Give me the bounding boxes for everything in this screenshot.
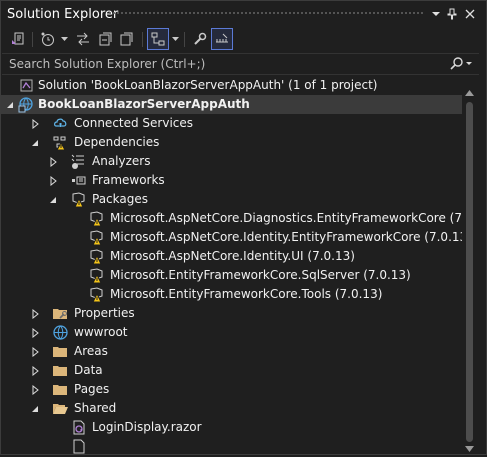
collapsed-chevron-icon[interactable] xyxy=(30,327,40,339)
package-warning-icon xyxy=(88,248,105,265)
tree-item-packages[interactable]: Packages xyxy=(0,190,462,209)
tree-item-label: Microsoft.AspNetCore.Identity.EntityFram… xyxy=(110,230,462,244)
title-bar: Solution Explorer xyxy=(0,0,487,28)
solution-tree: Solution 'BookLoanBlazorServerAppAuth' (… xyxy=(0,76,462,455)
title-grip[interactable] xyxy=(108,11,423,16)
tree-item-label: Microsoft.EntityFrameworkCore.SqlServer … xyxy=(110,268,411,282)
package-warning-icon xyxy=(70,191,87,208)
scrollbar-thumb[interactable] xyxy=(466,102,473,442)
razor-file-icon xyxy=(70,438,87,455)
window-options-chevron-icon[interactable] xyxy=(428,6,444,22)
tree-item-wwwroot[interactable]: wwwroot xyxy=(0,323,462,342)
tree-item-label: Connected Services xyxy=(74,116,194,130)
tree-item-partial[interactable] xyxy=(0,437,462,455)
search-icon[interactable] xyxy=(448,56,476,72)
tree-item-label: Microsoft.AspNetCore.Identity.UI (7.0.13… xyxy=(110,249,355,263)
scroll-down-arrow-icon[interactable] xyxy=(465,438,474,452)
analyzers-icon xyxy=(70,153,87,170)
frameworks-icon xyxy=(70,172,87,189)
globe-icon xyxy=(52,324,69,341)
window-title: Solution Explorer xyxy=(7,7,119,22)
tree-item-project[interactable]: BookLoanBlazorServerAppAuth xyxy=(0,95,462,114)
web-project-icon xyxy=(17,96,34,113)
collapsed-chevron-icon[interactable] xyxy=(30,365,40,377)
vertical-scrollbar[interactable] xyxy=(463,76,476,455)
tree-item-label: BookLoanBlazorServerAppAuth xyxy=(38,97,250,111)
tree-item-connected-services[interactable]: Connected Services xyxy=(0,114,462,133)
collapse-all-button[interactable] xyxy=(96,28,116,50)
tree-item-label: Solution 'BookLoanBlazorServerAppAuth' (… xyxy=(38,78,378,92)
tree-item-label: Microsoft.EntityFrameworkCore.Tools (7.0… xyxy=(110,287,383,301)
expanded-chevron-icon[interactable] xyxy=(48,194,58,204)
toolbar-separator xyxy=(142,32,143,47)
tree-item-package[interactable]: Microsoft.EntityFrameworkCore.SqlServer … xyxy=(0,266,462,285)
toolbar-separator xyxy=(184,32,185,47)
preview-dropdown-chevron-icon[interactable] xyxy=(170,28,180,50)
collapsed-chevron-icon[interactable] xyxy=(48,175,58,187)
preview-selected-items-button[interactable] xyxy=(147,28,169,50)
tree-item-pages[interactable]: Pages xyxy=(0,380,462,399)
expanded-chevron-icon[interactable] xyxy=(5,99,15,109)
open-folder-icon xyxy=(52,400,69,417)
tree-item-data[interactable]: Data xyxy=(0,361,462,380)
collapsed-chevron-icon[interactable] xyxy=(30,118,40,130)
tree-item-package[interactable]: Microsoft.EntityFrameworkCore.Tools (7.0… xyxy=(0,285,462,304)
tree-item-label: Analyzers xyxy=(92,154,151,168)
show-all-files-button[interactable] xyxy=(117,28,137,50)
tree-item-package[interactable]: Microsoft.AspNetCore.Identity.UI (7.0.13… xyxy=(0,247,462,266)
tree-item-label: Pages xyxy=(74,382,110,396)
tree-item-package[interactable]: Microsoft.AspNetCore.Diagnostics.EntityF… xyxy=(0,209,462,228)
filter-dropdown-chevron-icon[interactable] xyxy=(59,28,69,50)
properties-folder-icon xyxy=(52,305,69,322)
tree-item-label: wwwroot xyxy=(74,325,128,339)
sync-with-document-button[interactable] xyxy=(73,28,93,50)
properties-wrench-icon[interactable] xyxy=(190,28,210,50)
collapsed-chevron-icon[interactable] xyxy=(30,384,40,396)
toolbar xyxy=(0,28,487,52)
collapsed-chevron-icon[interactable] xyxy=(48,156,58,168)
expanded-chevron-icon[interactable] xyxy=(30,137,40,147)
pending-changes-filter-button[interactable] xyxy=(37,28,59,50)
tree-item-label: LoginDisplay.razor xyxy=(92,420,202,434)
tree-item-label: Data xyxy=(74,363,103,377)
razor-file-icon xyxy=(70,419,87,436)
tree-item-shared[interactable]: Shared xyxy=(0,399,462,418)
tree-item-label: Properties xyxy=(74,306,135,320)
tree-item-areas[interactable]: Areas xyxy=(0,342,462,361)
tree-item-label: Areas xyxy=(74,344,108,358)
solution-icon xyxy=(18,77,35,94)
scroll-up-arrow-icon[interactable] xyxy=(465,82,474,96)
close-icon[interactable] xyxy=(462,6,478,22)
switch-views-button[interactable] xyxy=(8,28,28,50)
collapsed-chevron-icon[interactable] xyxy=(30,346,40,358)
search-box[interactable]: Search Solution Explorer (Ctrl+;) xyxy=(2,53,479,75)
pin-icon[interactable] xyxy=(444,6,460,22)
toolbar-separator xyxy=(32,32,33,47)
tree-item-label: Dependencies xyxy=(74,135,160,149)
tree-item-dependencies[interactable]: Dependencies xyxy=(0,133,462,152)
folder-icon xyxy=(52,343,69,360)
preview-tab-button[interactable] xyxy=(211,28,233,50)
dependencies-warning-icon xyxy=(52,134,69,151)
search-input[interactable]: Search Solution Explorer (Ctrl+;) xyxy=(9,57,205,71)
tree-item-label: Packages xyxy=(92,192,148,206)
package-warning-icon xyxy=(88,210,105,227)
tree-item-label: Frameworks xyxy=(92,173,165,187)
folder-icon xyxy=(52,362,69,379)
tree-item-frameworks[interactable]: Frameworks xyxy=(0,171,462,190)
tree-item-login-display[interactable]: LoginDisplay.razor xyxy=(0,418,462,437)
package-warning-icon xyxy=(88,229,105,246)
tree-item-label: Microsoft.AspNetCore.Diagnostics.EntityF… xyxy=(110,211,462,225)
tree-item-label: Shared xyxy=(74,401,117,415)
package-warning-icon xyxy=(88,286,105,303)
tree-item-solution[interactable]: Solution 'BookLoanBlazorServerAppAuth' (… xyxy=(0,76,462,95)
package-warning-icon xyxy=(88,267,105,284)
tree-item-package[interactable]: Microsoft.AspNetCore.Identity.EntityFram… xyxy=(0,228,462,247)
collapsed-chevron-icon[interactable] xyxy=(30,308,40,320)
connected-services-icon xyxy=(52,115,69,132)
expanded-chevron-icon[interactable] xyxy=(30,403,40,413)
folder-icon xyxy=(52,381,69,398)
tree-item-analyzers[interactable]: Analyzers xyxy=(0,152,462,171)
tree-item-properties[interactable]: Properties xyxy=(0,304,462,323)
